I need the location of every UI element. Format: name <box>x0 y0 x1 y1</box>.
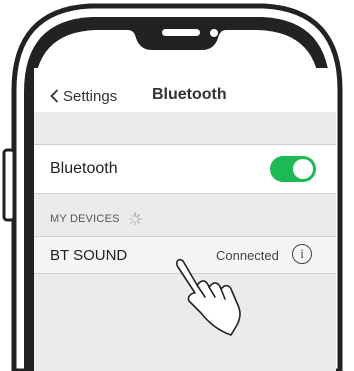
back-chevron-icon <box>50 89 59 103</box>
bluetooth-toggle[interactable] <box>270 156 316 182</box>
my-devices-header: MY DEVICES <box>50 211 142 227</box>
loading-spinner-icon <box>128 212 142 226</box>
back-label: Settings <box>63 87 118 105</box>
back-button[interactable]: Settings <box>50 86 117 106</box>
bluetooth-row: Bluetooth <box>34 144 336 194</box>
phone-illustration: Settings Bluetooth Bluetooth MY DEVICES <box>0 0 354 371</box>
camera-icon <box>210 29 218 37</box>
toggle-knob <box>293 159 313 179</box>
section-header-label: MY DEVICES <box>50 213 120 225</box>
pointing-hand-icon <box>176 258 241 336</box>
page-title: Bluetooth <box>152 86 227 103</box>
info-icon[interactable]: i <box>292 244 312 264</box>
speaker-icon <box>162 29 200 36</box>
device-name: BT SOUND <box>50 247 128 264</box>
bluetooth-label: Bluetooth <box>50 160 118 177</box>
navigation-bar: Settings Bluetooth <box>34 68 336 112</box>
